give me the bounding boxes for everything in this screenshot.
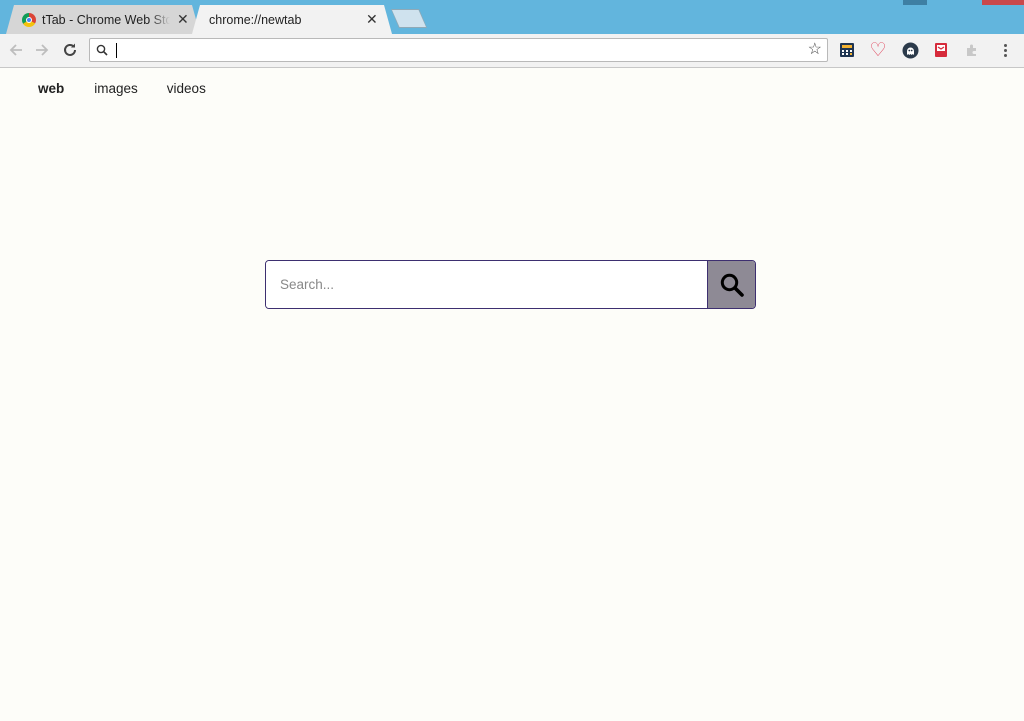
tab-chrome-web-store[interactable]: tTab - Chrome Web Store ✕ bbox=[6, 5, 200, 34]
window-close-button[interactable] bbox=[982, 0, 1024, 5]
nav-web-link[interactable]: web bbox=[38, 81, 64, 96]
pocket-extension-icon[interactable] bbox=[932, 41, 950, 59]
close-tab-icon[interactable]: ✕ bbox=[177, 12, 189, 26]
heart-extension-icon[interactable]: ♡ bbox=[869, 40, 887, 61]
tab-newtab[interactable]: chrome://newtab ✕ bbox=[192, 5, 392, 34]
puzzle-extension-icon[interactable] bbox=[963, 41, 981, 59]
new-tab-button[interactable] bbox=[392, 10, 426, 27]
nav-videos-link[interactable]: videos bbox=[167, 81, 206, 96]
close-tab-icon[interactable]: ✕ bbox=[366, 12, 378, 26]
magnifier-icon bbox=[720, 273, 744, 297]
forward-arrow-icon[interactable] bbox=[32, 40, 52, 60]
tab-title: tTab - Chrome Web Store bbox=[42, 12, 170, 27]
browser-title-bar: tTab - Chrome Web Store ✕ chrome://newta… bbox=[0, 0, 1024, 34]
search-box bbox=[265, 260, 756, 309]
browser-menu-icon[interactable] bbox=[996, 41, 1014, 59]
ghostery-extension-icon[interactable] bbox=[901, 41, 919, 59]
address-bar[interactable]: ☆ bbox=[89, 38, 828, 62]
search-button[interactable] bbox=[707, 261, 755, 308]
window-minimize-button[interactable] bbox=[903, 0, 927, 5]
calculator-extension-icon[interactable] bbox=[838, 41, 856, 59]
search-type-nav: web images videos bbox=[38, 81, 206, 96]
nav-images-link[interactable]: images bbox=[94, 81, 138, 96]
back-arrow-icon[interactable] bbox=[6, 40, 26, 60]
new-tab-page: web images videos bbox=[0, 68, 1024, 721]
reload-icon[interactable] bbox=[60, 40, 80, 60]
search-icon bbox=[96, 44, 108, 56]
chrome-web-store-favicon-icon bbox=[22, 12, 36, 27]
tab-title: chrome://newtab bbox=[209, 12, 302, 27]
bookmark-star-icon[interactable]: ☆ bbox=[808, 41, 822, 59]
address-input[interactable] bbox=[118, 41, 802, 61]
browser-toolbar: ☆ ♡ bbox=[0, 34, 1024, 68]
search-input[interactable] bbox=[266, 261, 708, 308]
